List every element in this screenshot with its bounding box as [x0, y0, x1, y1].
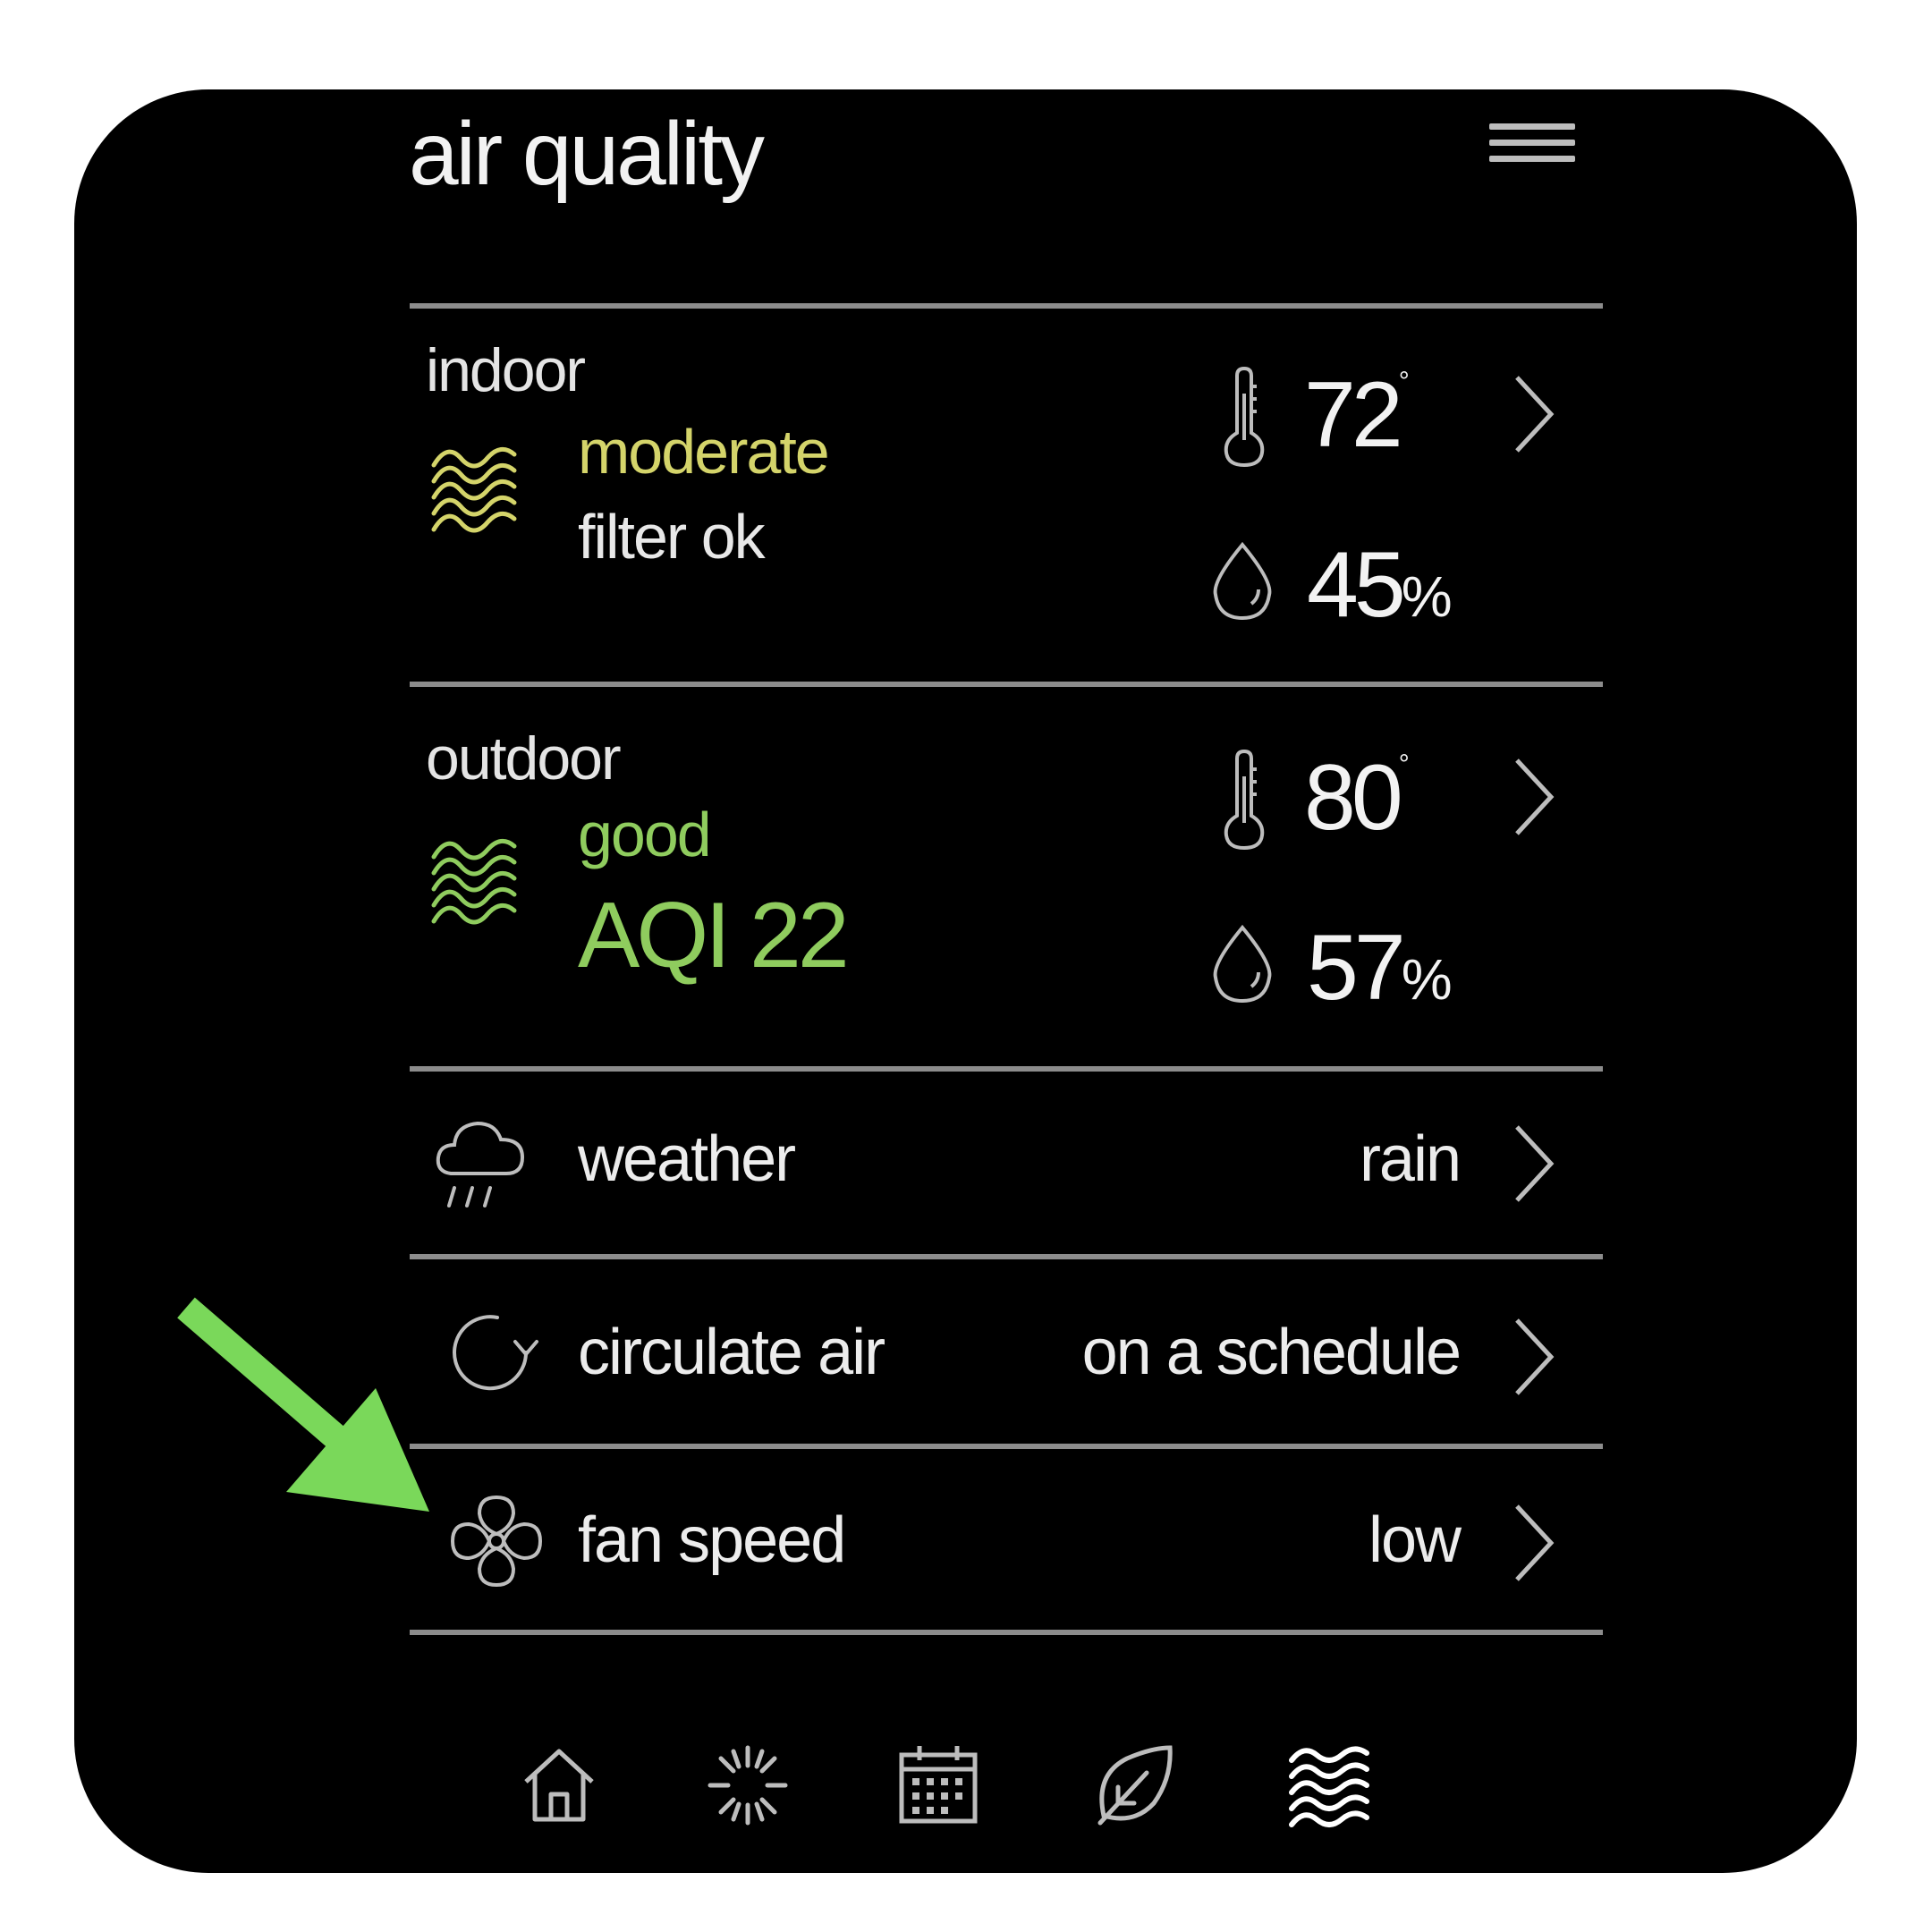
- chevron-right-icon[interactable]: [1512, 1503, 1556, 1583]
- thermometer-icon: [1224, 366, 1265, 468]
- air-waves-icon: [431, 838, 517, 925]
- weather-row[interactable]: weather rain: [410, 1072, 1603, 1255]
- indoor-quality-status: moderate: [578, 417, 830, 487]
- indoor-humidity-unit: %: [1401, 564, 1453, 629]
- outdoor-aqi: AQI 22: [578, 884, 850, 987]
- circulate-icon: [453, 1315, 538, 1391]
- air-waves-icon[interactable]: [1286, 1741, 1372, 1827]
- calendar-icon[interactable]: [898, 1742, 979, 1825]
- leaf-icon[interactable]: [1091, 1742, 1177, 1828]
- humidity-drop-icon: [1213, 541, 1272, 621]
- outdoor-section[interactable]: outdoor good AQI 22 80° 57%: [410, 687, 1603, 1067]
- outdoor-temperature-unit: °: [1398, 750, 1410, 779]
- humidity-drop-icon: [1213, 924, 1272, 1004]
- divider: [410, 1630, 1603, 1635]
- circulate-air-value: on a schedule: [1081, 1317, 1462, 1388]
- circulate-air-row[interactable]: circulate air on a schedule: [410, 1259, 1603, 1443]
- thermometer-icon: [1224, 749, 1265, 851]
- indoor-label: indoor: [426, 336, 586, 404]
- weather-label: weather: [578, 1123, 796, 1195]
- outdoor-temperature-value: 80: [1304, 746, 1403, 850]
- fan-speed-label: fan speed: [578, 1504, 846, 1576]
- page-title: air quality: [409, 104, 765, 204]
- outdoor-humidity-unit: %: [1401, 947, 1453, 1012]
- indoor-temperature-unit: °: [1398, 367, 1410, 396]
- indoor-humidity: 45%: [1307, 538, 1453, 631]
- menu-icon[interactable]: [1489, 123, 1575, 181]
- bottom-nav: [501, 1735, 1395, 1843]
- chevron-right-icon[interactable]: [1512, 757, 1556, 837]
- fan-icon: [450, 1495, 543, 1588]
- indoor-temperature-value: 72: [1304, 363, 1403, 467]
- outdoor-temperature: 80°: [1304, 750, 1410, 845]
- home-icon[interactable]: [519, 1744, 599, 1825]
- weather-value: rain: [1359, 1123, 1462, 1195]
- sun-icon[interactable]: [705, 1742, 791, 1828]
- chevron-right-icon[interactable]: [1512, 374, 1556, 454]
- chevron-right-icon[interactable]: [1512, 1123, 1556, 1204]
- annotation-arrow-icon: [177, 1297, 429, 1512]
- outdoor-label: outdoor: [426, 724, 622, 792]
- indoor-humidity-value: 45: [1307, 533, 1406, 637]
- chevron-right-icon[interactable]: [1512, 1317, 1556, 1397]
- filter-status: filter ok: [578, 502, 766, 572]
- fan-speed-row[interactable]: fan speed low: [410, 1449, 1603, 1632]
- fan-speed-value: low: [1368, 1504, 1462, 1576]
- outdoor-quality-status: good: [578, 800, 712, 869]
- indoor-section[interactable]: indoor moderate filter ok 72° 45%: [410, 304, 1603, 684]
- outdoor-humidity: 57%: [1307, 921, 1453, 1014]
- rain-cloud-icon: [436, 1121, 525, 1208]
- outdoor-humidity-value: 57: [1307, 916, 1406, 1020]
- circulate-air-label: circulate air: [578, 1317, 886, 1388]
- indoor-temperature: 72°: [1304, 369, 1410, 462]
- air-waves-icon: [431, 446, 517, 533]
